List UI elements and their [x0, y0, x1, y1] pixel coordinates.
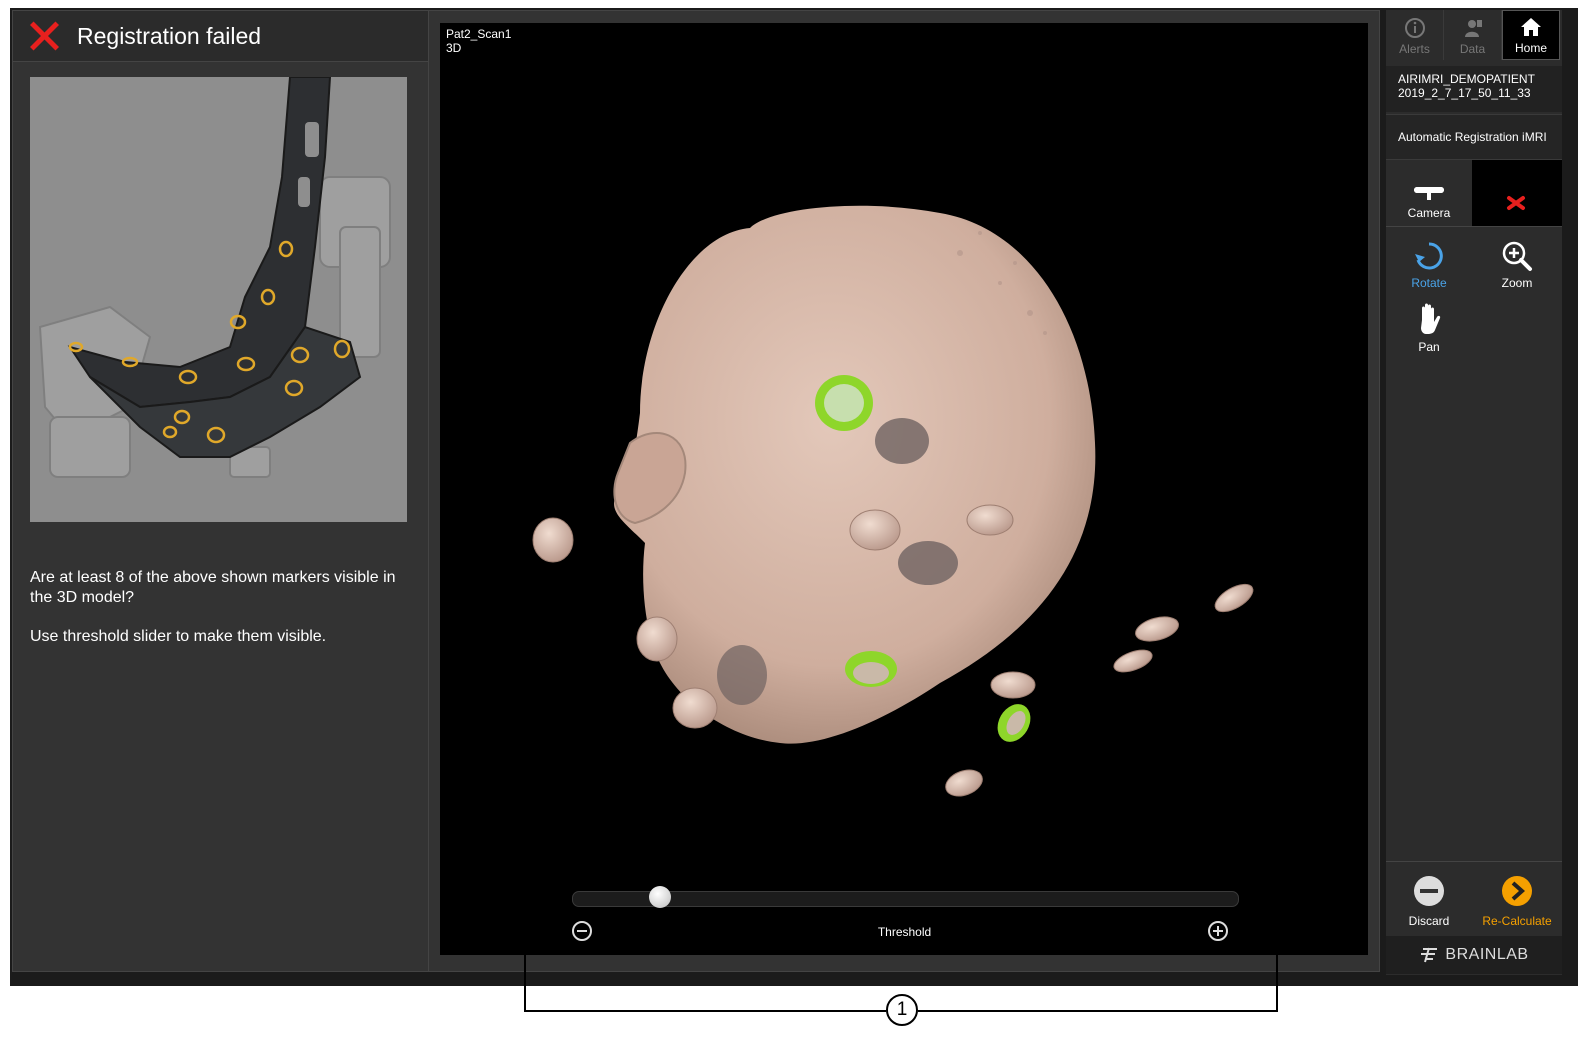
instruction-question: Are at least 8 of the above shown marker… [30, 569, 396, 606]
callout-bracket-left [524, 885, 526, 1012]
data-icon [1464, 20, 1482, 37]
threshold-slider-track[interactable] [572, 891, 1239, 907]
zoom-button[interactable]: Zoom [1474, 232, 1560, 296]
headholder-markers-illustration [30, 77, 407, 522]
nav-home-button[interactable]: Home [1502, 10, 1560, 60]
camera-icon [1414, 187, 1444, 200]
home-icon [1521, 18, 1541, 36]
nav-home-label: Home [1514, 41, 1547, 55]
callout-line-right [918, 1010, 1278, 1012]
patient-info[interactable]: AIRIMRI_DEMOPATIENT 2019_2_7_17_50_11_33 [1386, 66, 1562, 112]
zoom-label: Zoom [1501, 276, 1533, 290]
camera-status [1472, 160, 1562, 226]
nav-data-label: Data [1459, 42, 1486, 56]
info-icon [1404, 18, 1425, 38]
nav-data-button[interactable]: Data [1444, 10, 1502, 60]
error-x-icon [29, 20, 61, 52]
brainlab-mark-icon [1421, 947, 1438, 963]
3d-viewer[interactable]: Pat2_Scan1 3D Threshold [440, 23, 1368, 955]
patient-name: AIRIMRI_DEMOPATIENT [1398, 72, 1535, 86]
camera-disconnected-icon [1507, 196, 1525, 210]
head-3d-model[interactable] [440, 23, 1368, 883]
rotate-label: Rotate [1411, 276, 1447, 290]
brand-name: BRAINLAB [1445, 946, 1529, 963]
view-mode: 3D [446, 41, 462, 55]
recalculate-label: Re-Calculate [1482, 914, 1552, 928]
discard-minus-icon [1414, 876, 1444, 906]
camera-button[interactable]: Camera [1386, 160, 1472, 226]
rotate-icon [1415, 242, 1443, 270]
callout-line-left [524, 1010, 886, 1012]
brainlab-logo: BRAINLAB [1386, 936, 1562, 974]
top-navigation: Alerts Data Home [1386, 10, 1562, 60]
recalculate-arrow-icon [1502, 876, 1532, 906]
callout-number: 1 [886, 994, 918, 1026]
threshold-slider-thumb[interactable] [649, 886, 671, 908]
instruction-text: Are at least 8 of the above shown marker… [30, 568, 415, 666]
scan-name: Pat2_Scan1 [446, 27, 512, 41]
rotate-button[interactable]: Rotate [1386, 232, 1472, 296]
pan-button[interactable]: Pan [1386, 296, 1472, 360]
workflow-step: Automatic Registration iMRI [1386, 114, 1562, 160]
recalculate-button[interactable]: Re-Calculate [1474, 862, 1560, 934]
pan-label: Pan [1418, 340, 1440, 354]
callout-bracket-right [1276, 885, 1278, 1012]
divider [1386, 226, 1562, 227]
discard-button[interactable]: Discard [1386, 862, 1472, 934]
zoom-icon [1502, 241, 1532, 271]
viewer-info: Pat2_Scan1 3D [446, 27, 511, 55]
threshold-label: Threshold [877, 925, 932, 939]
nav-alerts-button[interactable]: Alerts [1386, 10, 1444, 60]
instruction-hint: Use threshold slider to make them visibl… [30, 628, 327, 645]
camera-label: Camera [1407, 206, 1451, 220]
right-sidebar: Alerts Data Home AIRIMRI_DEMOPATIENT 201… [1386, 10, 1562, 975]
panel-header: Registration failed [13, 11, 428, 62]
patient-date: 2019_2_7_17_50_11_33 [1398, 86, 1531, 100]
nav-alerts-label: Alerts [1399, 42, 1430, 56]
instruction-panel: Registration failed Are at least 8 of th… [12, 10, 429, 972]
discard-label: Discard [1408, 914, 1450, 928]
threshold-control: Threshold [572, 883, 1239, 953]
pan-hand-icon [1421, 303, 1441, 334]
panel-title: Registration failed [77, 22, 262, 49]
